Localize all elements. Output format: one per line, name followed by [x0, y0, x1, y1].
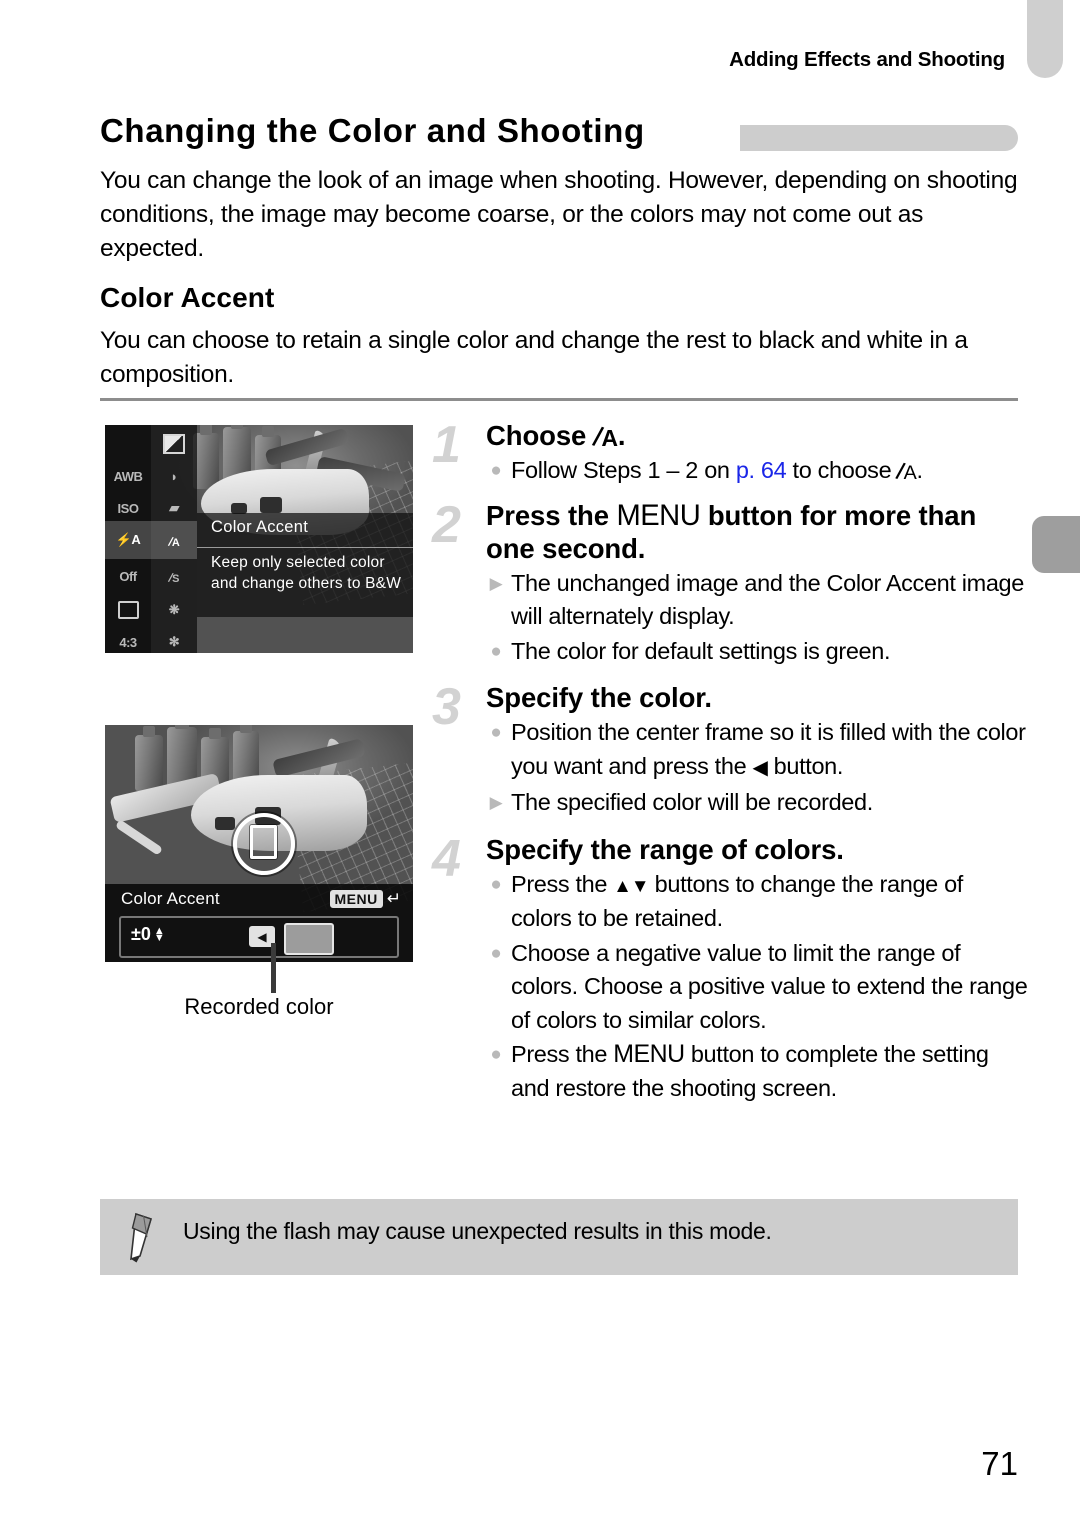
bullet-text: The specified color will be recorded.	[511, 789, 873, 815]
menu-button-glyph: MENU	[613, 1040, 685, 1068]
step-bullets: ● Follow Steps 1 – 2 on p. 64 to choose /…	[486, 454, 1028, 490]
triangle-bullet-icon: ▶	[489, 793, 503, 812]
step-4: 4 Specify the range of colors. ● Press the …	[432, 829, 1028, 1106]
step-1: 1 Choose /A. ● Follow Steps 1 – 2 on p. 64 …	[432, 416, 1028, 490]
center-frame-box-icon	[250, 825, 277, 859]
return-arrow-icon: ↵	[386, 889, 401, 908]
step-list: 1 Choose /A. ● Follow Steps 1 – 2 on p. 64 …	[432, 416, 1028, 1106]
dot-bullet-icon: ●	[490, 640, 502, 662]
bullet-text: The unchanged image and the Color Accent…	[511, 569, 1024, 630]
up-down-arrows-icon: ▲ ▼	[153, 924, 165, 944]
page-reference-link[interactable]: p. 64	[736, 457, 787, 483]
step-bullets: ● Position the center frame so it is fill…	[486, 716, 1028, 820]
bullet-text: Choose a negative value to limit the ran…	[511, 939, 1028, 1033]
range-value-text: ±0	[131, 924, 151, 944]
bullet-text: Follow Steps 1 – 2 on p. 64 to choose /A…	[511, 457, 923, 484]
dot-bullet-icon: ●	[490, 460, 502, 481]
step-number: 1	[432, 416, 461, 474]
step-3: 3 Specify the color. ● Position the center …	[432, 678, 1028, 820]
left-arrow-icon: ◀	[752, 756, 768, 779]
menu-icon-off[interactable]: Off	[105, 557, 151, 595]
mode-description-panel: Color Accent Keep only selected color an…	[197, 513, 413, 617]
plane-canopy	[260, 497, 282, 513]
index-tab-top	[1027, 0, 1063, 78]
callout-label: Recorded color	[184, 994, 334, 1019]
step-heading: Specify the color.	[486, 682, 712, 713]
note-box: Using the flash may cause unexpected res…	[100, 1199, 1018, 1275]
bullet-item: ● Choose a negative value to limit the ra…	[486, 937, 1028, 1038]
up-down-arrow-icon: ▲▼	[613, 874, 649, 896]
step-bullets: ● Press the ▲▼ buttons to change the rang…	[486, 868, 1028, 1106]
step-heading: Press the MENU button for more than one …	[486, 499, 977, 564]
menu-chip[interactable]: MENU	[329, 890, 383, 908]
camera-bottom-bar: Color Accent MENU ↵ ±0 ▲ ▼ ◀	[105, 884, 413, 962]
triangle-bullet-icon: ▶	[489, 573, 503, 593]
menu-button-glyph: MENU	[616, 499, 701, 532]
step-heading: Specify the range of colors.	[486, 833, 844, 865]
menu-icon-color-swap[interactable]: /S	[151, 557, 197, 595]
menu-icon-color-accent[interactable]: /A	[151, 521, 197, 559]
callout-leader-line	[271, 943, 276, 993]
dot-bullet-icon: ●	[490, 873, 502, 895]
step-heading: Choose /A.	[486, 420, 626, 453]
color-accent-icon: /A	[589, 420, 618, 453]
subsection-heading: Color Accent	[100, 282, 275, 313]
bullet-text: Position the center frame so it is fille…	[511, 719, 1026, 779]
bullet-item: ● Follow Steps 1 – 2 on p. 64 to choose /…	[486, 454, 1028, 490]
recorded-color-swatch	[284, 923, 334, 955]
menu-icon-flash-auto[interactable]: ⚡A	[105, 521, 151, 559]
step-number: 2	[432, 495, 461, 554]
bullet-item: ▶ The specified color will be recorded.	[486, 786, 1028, 820]
camera-menu-column-left[interactable]: AWB ISO ⚡A Off 4:3	[105, 425, 151, 653]
step-bullets: ▶ The unchanged image and the Color Accen…	[486, 567, 1028, 669]
mode-description-body: Keep only selected color and change othe…	[211, 554, 402, 592]
bullet-text: The color for default settings is green.	[511, 637, 891, 664]
index-tab-side	[1032, 516, 1080, 573]
camera-screen-color-pick: Color Accent MENU ↵ ±0 ▲ ▼ ◀	[105, 725, 413, 962]
bottom-bar-label: Color Accent	[121, 889, 220, 908]
step-number: 4	[432, 829, 461, 888]
dot-bullet-icon: ●	[490, 722, 502, 743]
bullet-item: ▶ The unchanged image and the Color Accen…	[486, 567, 1028, 634]
title-accent-bar	[740, 125, 1018, 151]
plane-window	[215, 817, 235, 830]
camera-menu-column-right[interactable]: ◗ ▰ /A /S ❋ ✻	[151, 425, 197, 653]
description-separator	[197, 547, 413, 548]
subsection-body: You can choose to retain a single color …	[100, 327, 968, 388]
range-value[interactable]: ±0 ▲ ▼	[131, 924, 165, 945]
running-header: Adding Effects and Shooting	[729, 48, 1005, 71]
page-number: 71	[981, 1445, 1018, 1482]
camera-screen-mode-menu: AWB ISO ⚡A Off 4:3 ◗ ▰ /A /S ❋ ✻ Color A…	[105, 425, 413, 653]
dot-bullet-icon: ●	[490, 942, 502, 964]
bullet-item: ● Press the MENU button to complete the s…	[486, 1038, 1028, 1105]
menu-icon-poster-effect[interactable]: ✻	[151, 623, 197, 653]
pencil-icon	[130, 1212, 152, 1263]
range-control-row: ±0 ▲ ▼ ◀	[119, 916, 399, 958]
paint-bottle	[135, 726, 163, 791]
bullet-item: ● Position the center frame so it is fill…	[486, 716, 1028, 785]
color-accent-icon: /A	[894, 457, 917, 485]
mode-description-title: Color Accent	[211, 518, 309, 536]
dot-bullet-icon: ●	[490, 1044, 502, 1065]
menu-icon-aspect-ratio[interactable]: 4:3	[105, 623, 151, 653]
bullet-text: Press the ▲▼ buttons to change the range…	[511, 870, 963, 932]
bullet-text: Press the MENU button to complete the se…	[511, 1040, 989, 1101]
bullet-item: ● The color for default settings is green…	[486, 635, 1028, 669]
bullet-item: ● Press the ▲▼ buttons to change the rang…	[486, 868, 1028, 936]
menu-return-group[interactable]: MENU ↵	[329, 889, 401, 909]
step-2: 2 Press the MENU button for more than one…	[432, 495, 1028, 669]
section-title-row: Changing the Color and Shooting	[100, 112, 1018, 160]
section-intro: You can change the look of an image when…	[100, 167, 1018, 262]
page-title: Changing the Color and Shooting	[100, 112, 645, 149]
divider	[100, 398, 1018, 401]
step-number: 3	[432, 678, 461, 736]
note-text: Using the flash may cause unexpected res…	[183, 1218, 772, 1244]
